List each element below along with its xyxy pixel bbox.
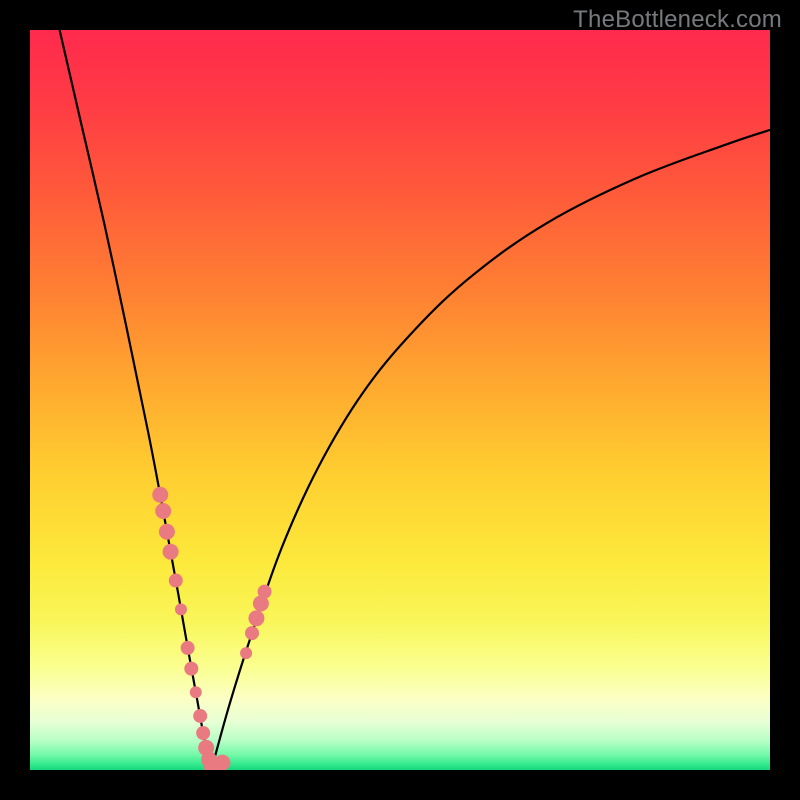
data-marker [169,574,183,588]
data-marker [245,626,259,640]
data-marker [190,686,202,698]
data-marker [181,641,195,655]
chart-frame: TheBottleneck.com [0,0,800,800]
curve-right [211,130,770,770]
data-marker [240,647,252,659]
data-markers-left [152,487,230,770]
data-marker [196,726,210,740]
data-marker [214,755,230,770]
data-marker [163,544,179,560]
data-marker [155,503,171,519]
data-marker [184,662,198,676]
plot-area [30,30,770,770]
chart-curves [30,30,770,770]
data-marker [248,610,264,626]
data-marker [159,524,175,540]
data-marker [175,603,187,615]
data-marker [193,709,207,723]
data-marker [152,487,168,503]
data-marker [258,585,272,599]
data-markers-right [240,585,272,659]
curve-left [60,30,212,770]
